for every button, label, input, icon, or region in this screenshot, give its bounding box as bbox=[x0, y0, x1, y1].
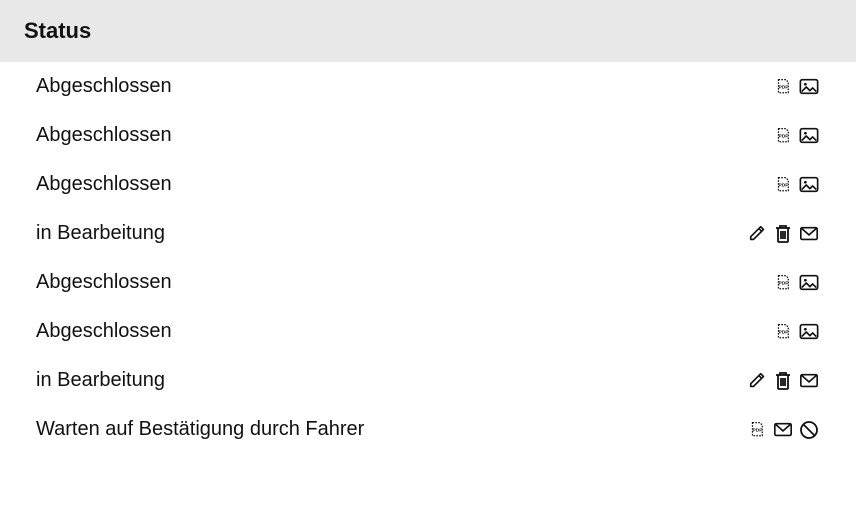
image-icon[interactable] bbox=[798, 126, 820, 146]
status-text: in Bearbeitung bbox=[36, 369, 165, 392]
column-header-status: Status bbox=[24, 18, 832, 44]
row-actions bbox=[776, 175, 820, 195]
pdf-icon[interactable] bbox=[776, 175, 794, 195]
table-row: Warten auf Bestätigung durch Fahrer bbox=[0, 405, 856, 454]
table-row: Abgeschlossen bbox=[0, 160, 856, 209]
trash-icon[interactable] bbox=[772, 223, 794, 245]
status-text: in Bearbeitung bbox=[36, 222, 165, 245]
status-text: Abgeschlossen bbox=[36, 320, 172, 343]
edit-icon[interactable] bbox=[748, 371, 768, 391]
row-actions bbox=[776, 322, 820, 342]
pdf-icon[interactable] bbox=[776, 322, 794, 342]
envelope-icon[interactable] bbox=[772, 420, 794, 440]
table-row: Abgeschlossen bbox=[0, 111, 856, 160]
row-actions bbox=[748, 223, 820, 245]
envelope-icon[interactable] bbox=[798, 224, 820, 244]
row-actions bbox=[776, 273, 820, 293]
table-row: Abgeschlossen bbox=[0, 62, 856, 111]
status-text: Abgeschlossen bbox=[36, 173, 172, 196]
status-text: Abgeschlossen bbox=[36, 75, 172, 98]
table-row: Abgeschlossen bbox=[0, 307, 856, 356]
row-actions bbox=[776, 77, 820, 97]
image-icon[interactable] bbox=[798, 322, 820, 342]
pdf-icon[interactable] bbox=[776, 126, 794, 146]
row-actions bbox=[750, 419, 820, 441]
pdf-icon[interactable] bbox=[776, 273, 794, 293]
table-header: Status bbox=[0, 0, 856, 62]
row-actions bbox=[748, 370, 820, 392]
cancel-icon[interactable] bbox=[798, 419, 820, 441]
trash-icon[interactable] bbox=[772, 370, 794, 392]
edit-icon[interactable] bbox=[748, 224, 768, 244]
image-icon[interactable] bbox=[798, 77, 820, 97]
image-icon[interactable] bbox=[798, 175, 820, 195]
table-row: Abgeschlossen bbox=[0, 258, 856, 307]
image-icon[interactable] bbox=[798, 273, 820, 293]
envelope-icon[interactable] bbox=[798, 371, 820, 391]
table-row: in Bearbeitung bbox=[0, 209, 856, 258]
row-actions bbox=[776, 126, 820, 146]
pdf-icon[interactable] bbox=[750, 420, 768, 440]
table-body: Abgeschlossen Abgeschlossen Abgeschlossen i… bbox=[0, 62, 856, 454]
status-text: Abgeschlossen bbox=[36, 271, 172, 294]
table-row: in Bearbeitung bbox=[0, 356, 856, 405]
status-text: Abgeschlossen bbox=[36, 124, 172, 147]
pdf-icon[interactable] bbox=[776, 77, 794, 97]
status-text: Warten auf Bestätigung durch Fahrer bbox=[36, 418, 364, 441]
